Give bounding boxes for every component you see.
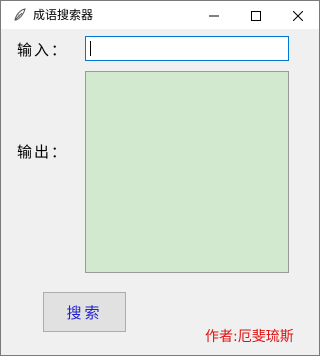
close-button[interactable] [277,1,319,29]
idiom-input[interactable] [85,36,289,61]
app-window: 成语搜索器 输入： 输出： 搜索 作者:厄斐琉斯 [0,0,320,356]
close-icon [292,6,304,25]
maximize-button[interactable] [235,1,277,29]
minimize-button[interactable] [193,1,235,29]
feather-app-icon [12,7,28,23]
output-area[interactable] [85,71,289,273]
input-label: 输入： [17,41,69,59]
window-title: 成语搜索器 [33,8,94,22]
search-button[interactable]: 搜索 [43,292,126,332]
title-bar[interactable]: 成语搜索器 [1,1,319,29]
maximize-icon [251,6,261,25]
minimize-icon [209,6,219,25]
output-label: 输出： [17,143,69,161]
author-credit: 作者:厄斐琉斯 [205,329,294,345]
text-caret [90,41,91,56]
